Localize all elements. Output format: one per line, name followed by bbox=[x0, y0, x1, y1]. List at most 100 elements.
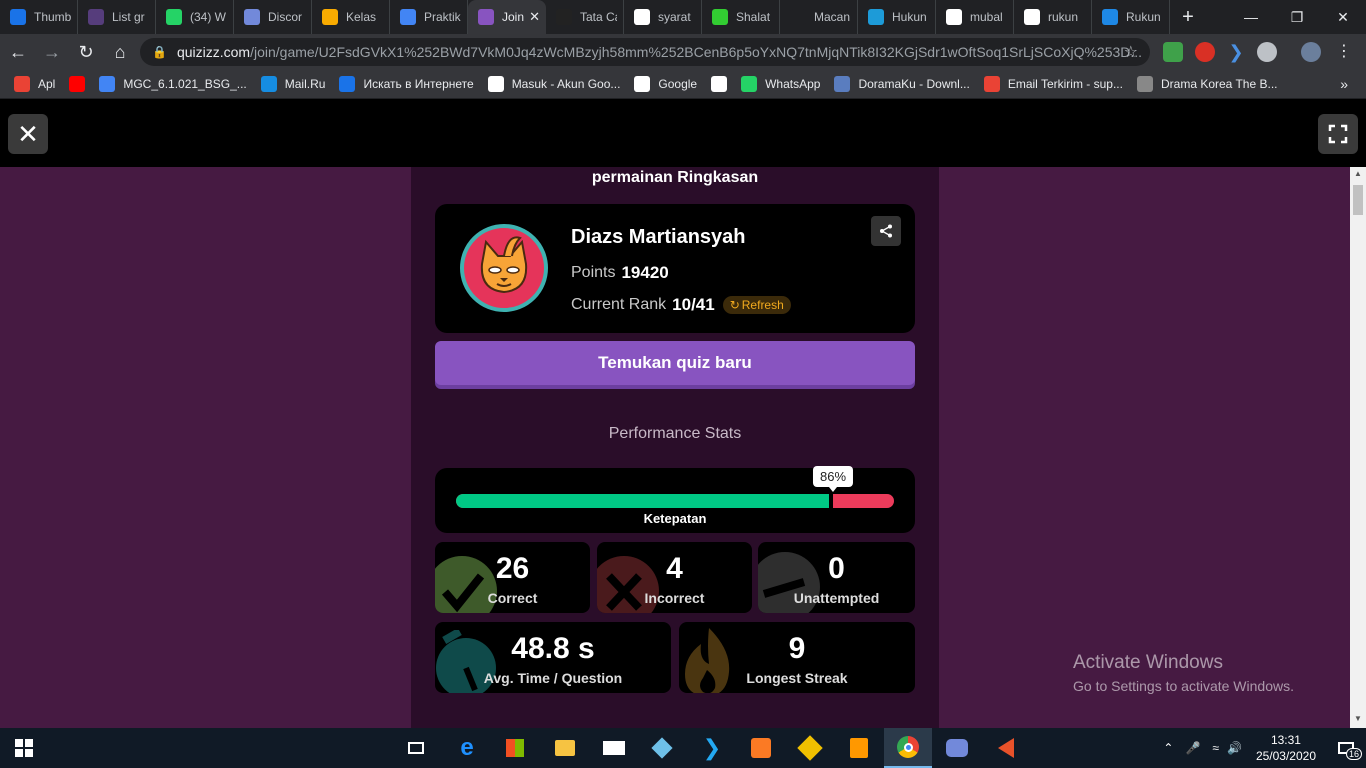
google-icon bbox=[487, 76, 504, 92]
cat-avatar-icon bbox=[480, 236, 528, 294]
sublime-icon[interactable] bbox=[835, 728, 883, 768]
browser-tab[interactable]: Praktik bbox=[390, 0, 468, 34]
doc-icon bbox=[99, 76, 116, 92]
bookmark-item[interactable]: MGC_6.1.021_BSG_... bbox=[99, 76, 247, 92]
circle-extension-icon[interactable] bbox=[1257, 42, 1277, 62]
home-icon[interactable]: ⌂ bbox=[104, 36, 136, 68]
accuracy-card: 86% Ketepatan bbox=[435, 466, 915, 533]
browser-tab[interactable]: Macan bbox=[780, 0, 858, 34]
bookmark-item[interactable]: DoramaKu - Downl... bbox=[834, 76, 970, 92]
browser-tab[interactable]: List gr bbox=[78, 0, 156, 34]
file-explorer-icon[interactable] bbox=[541, 728, 589, 768]
browser-tab[interactable]: Rukun bbox=[1092, 0, 1170, 34]
discord-icon bbox=[244, 9, 260, 25]
bootstrap-icon bbox=[88, 9, 104, 25]
tab-label: rukun bbox=[1048, 10, 1079, 24]
bookmark-item[interactable]: Google bbox=[634, 76, 697, 92]
accuracy-bar-fill bbox=[456, 494, 833, 508]
browser-tab[interactable]: (34) W bbox=[156, 0, 234, 34]
profile-avatar[interactable] bbox=[1301, 42, 1321, 62]
page-scrollbar[interactable]: ▲ ▼ bbox=[1350, 167, 1366, 728]
bookmarks-more-icon[interactable]: » bbox=[1340, 76, 1348, 92]
activate-title: Activate Windows bbox=[1073, 652, 1223, 673]
notification-icon[interactable]: 16 bbox=[1326, 742, 1366, 760]
browser-tab[interactable]: rukun bbox=[1014, 0, 1092, 34]
mail-icon[interactable] bbox=[590, 728, 638, 768]
bookmark-label: DoramaKu - Downl... bbox=[858, 77, 970, 91]
incorrect-label: Incorrect bbox=[644, 590, 705, 606]
browser-tab[interactable]: Kelas bbox=[312, 0, 390, 34]
bookmark-item[interactable]: Искать в Интернете bbox=[339, 76, 474, 92]
refresh-button[interactable]: ↻ Refresh bbox=[722, 296, 791, 314]
youtube-icon bbox=[69, 76, 86, 92]
chrome-taskbar-icon[interactable] bbox=[884, 728, 932, 768]
bookmark-item[interactable]: Mail.Ru bbox=[260, 76, 325, 92]
browser-tab[interactable]: Hukun bbox=[858, 0, 936, 34]
wifi-icon[interactable]: ≈ bbox=[1212, 741, 1219, 755]
performance-stats-title: Performance Stats bbox=[608, 425, 742, 442]
bookmark-item[interactable]: Email Terkirim - sup... bbox=[983, 76, 1123, 92]
browser-tab[interactable]: syarat bbox=[624, 0, 702, 34]
discord-taskbar-icon[interactable] bbox=[933, 728, 981, 768]
start-button[interactable] bbox=[0, 728, 48, 768]
arrow-extension-icon[interactable]: ❯ bbox=[1226, 42, 1246, 62]
scroll-down-icon[interactable]: ▼ bbox=[1350, 714, 1366, 723]
close-window-icon[interactable]: ✕ bbox=[1320, 0, 1366, 34]
media-taskbar-icon[interactable] bbox=[982, 728, 1030, 768]
bookmark-item[interactable] bbox=[711, 76, 728, 92]
exit-game-button[interactable]: ✕ bbox=[8, 114, 48, 154]
clock[interactable]: 13:31 25/03/2020 bbox=[1256, 732, 1316, 764]
browser-tab[interactable]: Discor bbox=[234, 0, 312, 34]
bookmark-item[interactable]: WhatsApp bbox=[741, 76, 820, 92]
apps-icon bbox=[14, 76, 30, 92]
xampp-icon[interactable] bbox=[737, 728, 785, 768]
scroll-up-icon[interactable]: ▲ bbox=[1350, 169, 1366, 178]
forward-icon[interactable]: → bbox=[36, 36, 68, 68]
microphone-icon[interactable]: 🎤 bbox=[1185, 741, 1200, 755]
browser-tab[interactable]: mubal bbox=[936, 0, 1014, 34]
search-icon bbox=[339, 76, 356, 92]
tray-chevron-icon[interactable]: ⌃ bbox=[1163, 741, 1173, 755]
restore-icon[interactable]: ❐ bbox=[1274, 0, 1320, 34]
red-extension-icon[interactable] bbox=[1195, 42, 1215, 62]
scrollbar-thumb[interactable] bbox=[1353, 185, 1363, 215]
lock-icon: 🔒 bbox=[152, 45, 167, 59]
find-new-quiz-button[interactable]: Temukan quiz baru bbox=[435, 341, 915, 385]
fullscreen-button[interactable] bbox=[1318, 114, 1358, 154]
windows-logo-icon bbox=[15, 739, 33, 757]
bookmark-item[interactable]: Masuk - Akun Goo... bbox=[487, 76, 620, 92]
volume-icon[interactable]: 🔊 bbox=[1227, 741, 1242, 755]
download-extension-icon[interactable] bbox=[1163, 42, 1183, 62]
task-view-icon[interactable] bbox=[392, 728, 440, 768]
summary-title: permainan Ringkasan bbox=[591, 169, 759, 186]
unattempted-stat-card: 0 Unattempted bbox=[758, 542, 915, 613]
address-bar[interactable]: 🔒 quizizz.com/join/game/U2FsdGVkX1%252BW… bbox=[140, 38, 1150, 66]
browser-tab[interactable]: Join ✕ bbox=[468, 0, 546, 34]
bookmark-item[interactable] bbox=[69, 76, 86, 92]
menu-icon[interactable]: ⋮ bbox=[1334, 42, 1354, 62]
share-button[interactable] bbox=[871, 216, 901, 246]
edge-icon[interactable]: e bbox=[443, 728, 491, 768]
bookmark-item[interactable]: Drama Korea The B... bbox=[1136, 76, 1277, 92]
store-icon[interactable] bbox=[491, 728, 539, 768]
minimize-icon[interactable]: — bbox=[1228, 0, 1274, 34]
system-tray: ⌃ 🎤 ≈ 🔊 13:31 25/03/2020 16 bbox=[1163, 728, 1366, 768]
browser-tab[interactable]: Shalat bbox=[702, 0, 780, 34]
incorrect-count: 4 bbox=[666, 552, 683, 585]
game-summary-page: permainan Ringkasan Diazs Martiansyah Po… bbox=[0, 167, 1350, 728]
git-icon[interactable] bbox=[786, 728, 834, 768]
green-square-icon bbox=[712, 9, 728, 25]
vscode-icon[interactable]: ❯ bbox=[688, 728, 736, 768]
cube-app-icon[interactable] bbox=[638, 728, 686, 768]
new-tab-button[interactable]: + bbox=[1170, 0, 1206, 34]
streak-stat-card: 9 Longest Streak bbox=[679, 622, 915, 693]
url-host: quizizz.com bbox=[176, 44, 251, 60]
bookmark-star-icon[interactable]: ☆ bbox=[1124, 42, 1138, 62]
bookmark-item[interactable]: Apl bbox=[14, 76, 55, 92]
reload-icon[interactable]: ↻ bbox=[70, 36, 102, 68]
google-icon bbox=[1024, 9, 1040, 25]
back-icon[interactable]: ← bbox=[2, 36, 34, 68]
close-tab-icon[interactable]: ✕ bbox=[529, 9, 540, 25]
browser-tab[interactable]: Tata Ca bbox=[546, 0, 624, 34]
browser-tab[interactable]: Thumb bbox=[0, 0, 78, 34]
